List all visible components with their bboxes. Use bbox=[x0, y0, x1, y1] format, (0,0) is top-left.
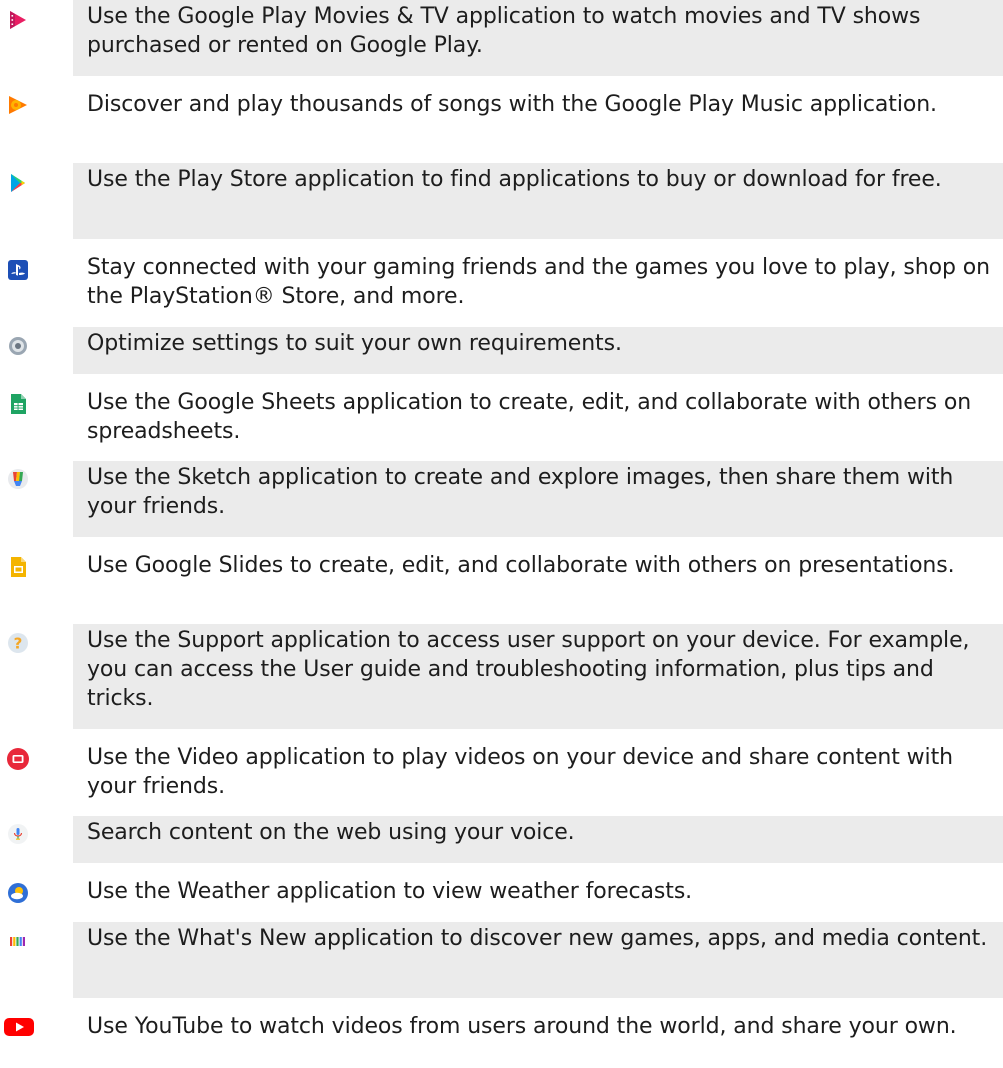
support-icon: ? bbox=[5, 630, 31, 656]
youtube-icon bbox=[3, 1014, 35, 1040]
app-description: Use the Google Sheets application to cre… bbox=[87, 390, 972, 444]
voice-search-icon bbox=[5, 821, 31, 847]
app-description: Use the Play Store application to find a… bbox=[73, 163, 1003, 239]
play-music-icon bbox=[5, 92, 31, 118]
app-description: Use the Support application to access us… bbox=[73, 624, 1003, 729]
weather-icon bbox=[5, 880, 31, 906]
whats-new-icon bbox=[5, 928, 31, 954]
app-description: Use the Video application to play videos… bbox=[87, 745, 953, 799]
app-description: Use the Weather application to view weat… bbox=[87, 879, 693, 904]
app-description: Search content on the web using your voi… bbox=[73, 816, 1003, 863]
app-description: Stay connected with your gaming friends … bbox=[87, 255, 990, 309]
app-description: Use the Google Play Movies & TV applicat… bbox=[73, 0, 1003, 76]
playstation-icon bbox=[5, 257, 31, 283]
sheets-icon bbox=[5, 391, 31, 417]
play-movies-icon bbox=[5, 7, 31, 33]
svg-text:?: ? bbox=[14, 635, 23, 653]
app-description: Optimize settings to suit your own requi… bbox=[73, 327, 1003, 374]
play-store-icon bbox=[5, 170, 31, 196]
video-icon bbox=[5, 746, 31, 772]
settings-icon bbox=[5, 333, 31, 359]
app-description: Use the Sketch application to create and… bbox=[73, 461, 1003, 537]
slides-icon bbox=[5, 554, 31, 580]
sketch-icon bbox=[5, 466, 31, 492]
app-description: Use Google Slides to create, edit, and c… bbox=[87, 553, 955, 578]
app-description: Use the What's New application to discov… bbox=[73, 922, 1003, 998]
app-description: Discover and play thousands of songs wit… bbox=[87, 92, 937, 117]
app-description: Use YouTube to watch videos from users a… bbox=[87, 1014, 957, 1039]
